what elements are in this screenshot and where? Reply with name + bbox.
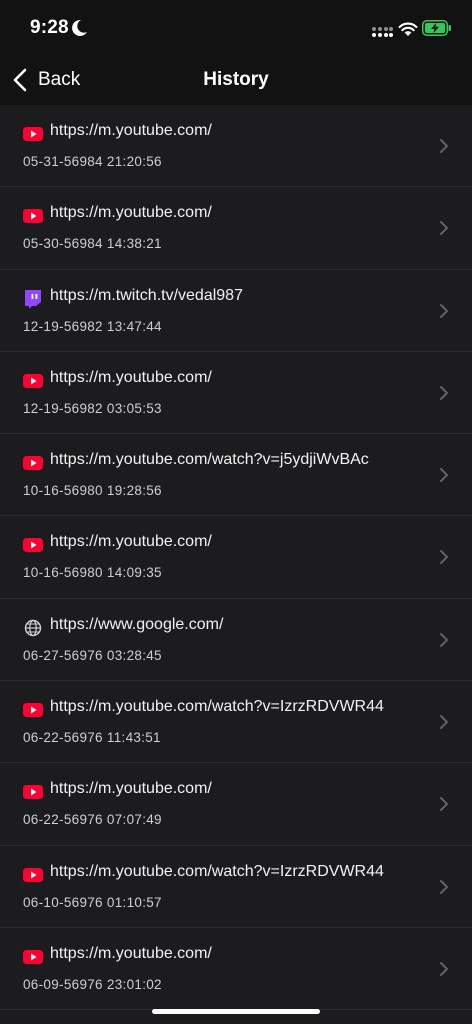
- history-row[interactable]: https://m.youtube.com/watch?v=IzrzRDVWR4…: [0, 681, 472, 764]
- twitch-icon: [25, 289, 41, 309]
- history-row[interactable]: https://m.youtube.com/watch?v=IzrzRDVWR4…: [0, 846, 472, 928]
- history-url: https://m.twitch.tv/vedal987: [50, 286, 243, 304]
- moon-icon: [72, 19, 87, 36]
- youtube-icon: [23, 538, 43, 553]
- history-date: 05-31-56984 21:20:56: [23, 154, 162, 169]
- history-date: 06-10-56976 01:10:57: [23, 894, 162, 910]
- wifi-icon: [398, 22, 418, 36]
- history-url: https://m.youtube.com/: [50, 368, 212, 386]
- chevron-right-icon: [440, 715, 448, 730]
- home-indicator[interactable]: [152, 1009, 320, 1014]
- history-date: 12-19-56982 13:47:44: [23, 318, 162, 334]
- youtube-icon: [23, 703, 43, 718]
- history-row[interactable]: https://m.youtube.com/ 06-22-56976 07:07…: [0, 763, 472, 846]
- history-date: 10-16-56980 19:28:56: [23, 483, 162, 499]
- history-row[interactable]: https://m.youtube.com/watch?v=j5ydjiWvBA…: [0, 434, 472, 517]
- history-url: https://m.youtube.com/: [50, 533, 212, 551]
- status-time: 9:28: [30, 17, 69, 38]
- youtube-icon: [23, 949, 43, 964]
- history-url: https://m.youtube.com/watch?v=IzrzRDVWR4…: [50, 862, 384, 880]
- cellular-signal-icon: [372, 27, 393, 37]
- chevron-right-icon: [440, 797, 448, 812]
- history-date: 05-30-56984 14:38:21: [23, 236, 162, 252]
- history-date: 10-16-56980 14:09:35: [23, 565, 162, 581]
- history-date: 12-19-56982 03:05:53: [23, 400, 162, 416]
- chevron-right-icon: [440, 468, 448, 483]
- history-list: https://m.youtube.com/ 05-31-56984 21:20…: [0, 105, 472, 1011]
- history-url: https://m.youtube.com/watch?v=j5ydjiWvBA…: [50, 451, 369, 469]
- history-row[interactable]: https://m.youtube.com/ 05-30-56984 14:38…: [0, 187, 472, 270]
- history-url: https://m.youtube.com/: [50, 204, 212, 222]
- chevron-left-icon: [13, 68, 27, 92]
- history-row[interactable]: https://m.youtube.com/ 05-31-56984 21:20…: [0, 105, 472, 188]
- navigation-bar: Back History: [0, 54, 472, 105]
- youtube-icon: [23, 209, 43, 224]
- history-url: https://www.google.com/: [50, 615, 224, 633]
- chevron-right-icon: [440, 632, 448, 647]
- history-date: 06-22-56976 07:07:49: [23, 812, 162, 828]
- history-date: 06-09-56976 23:01:02: [23, 976, 162, 992]
- history-url: https://m.youtube.com/: [50, 944, 212, 962]
- youtube-icon: [23, 127, 43, 141]
- chevron-right-icon: [440, 879, 448, 894]
- youtube-icon: [23, 373, 43, 388]
- history-url: https://m.youtube.com/: [50, 122, 212, 139]
- chevron-right-icon: [440, 385, 448, 400]
- chevron-right-icon: [440, 139, 448, 153]
- history-date: 06-22-56976 11:43:51: [23, 730, 161, 746]
- chevron-right-icon: [440, 550, 448, 565]
- history-url: https://m.youtube.com/watch?v=IzrzRDVWR4…: [50, 698, 384, 716]
- chevron-right-icon: [440, 961, 448, 976]
- history-row[interactable]: https://m.youtube.com/ 10-16-56980 14:09…: [0, 516, 472, 599]
- chevron-right-icon: [440, 303, 448, 318]
- history-url: https://m.youtube.com/: [50, 780, 212, 798]
- history-row[interactable]: https://m.twitch.tv/vedal987 12-19-56982…: [0, 270, 472, 352]
- history-date: 06-27-56976 03:28:45: [23, 647, 162, 663]
- history-row[interactable]: https://m.youtube.com/ 06-09-56976 23:01…: [0, 928, 472, 1011]
- status-bar: 9:28: [0, 0, 472, 54]
- history-row[interactable]: https://www.google.com/ 06-27-56976 03:2…: [0, 599, 472, 682]
- youtube-icon: [23, 456, 43, 471]
- chevron-right-icon: [440, 221, 448, 236]
- history-row[interactable]: https://m.youtube.com/ 12-19-56982 03:05…: [0, 352, 472, 435]
- youtube-icon: [23, 867, 43, 882]
- battery-charging-icon: [422, 20, 451, 36]
- back-button[interactable]: Back: [12, 66, 80, 94]
- back-label: Back: [38, 69, 81, 90]
- globe-icon: [24, 619, 42, 636]
- youtube-icon: [23, 785, 43, 800]
